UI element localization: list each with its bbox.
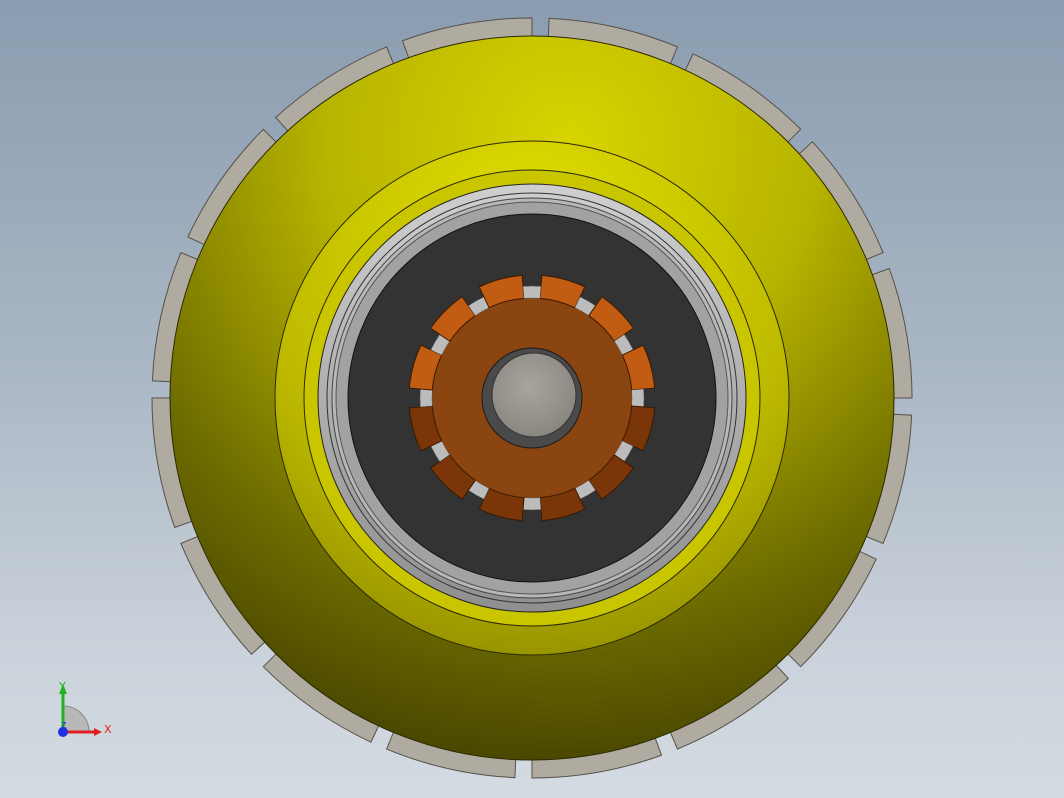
triad-y-label: Y	[58, 680, 66, 693]
shaft-end[interactable]	[491, 352, 577, 438]
cad-model-view[interactable]	[0, 0, 1064, 798]
gear-slot	[419, 388, 433, 408]
gear-slot	[522, 285, 542, 299]
gear-slot	[631, 388, 645, 408]
coordinate-triad: Y X Z	[58, 680, 112, 737]
gear-slot	[522, 497, 542, 511]
triad-x-arrowhead	[94, 728, 102, 736]
triad-x-label: X	[104, 723, 112, 736]
triad-xy-plane	[62, 705, 90, 733]
graphics-viewport[interactable]: Y X Z	[0, 0, 1064, 798]
triad-z-label: Z	[61, 721, 67, 730]
